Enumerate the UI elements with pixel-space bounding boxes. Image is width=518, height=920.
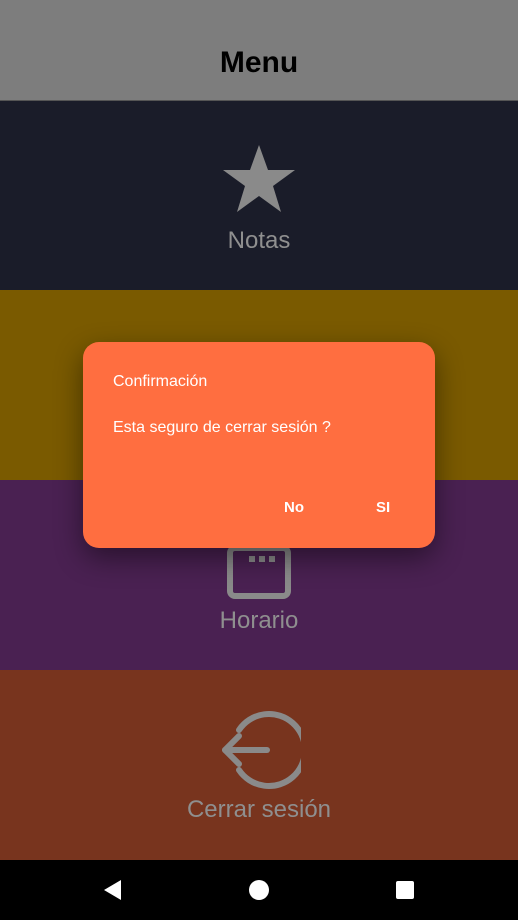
confirmation-dialog: Confirmación Esta seguro de cerrar sesió… bbox=[83, 342, 435, 548]
si-button[interactable]: SI bbox=[368, 490, 398, 526]
home-circle-icon[interactable] bbox=[247, 878, 271, 902]
no-button[interactable]: No bbox=[276, 490, 312, 526]
recents-square-icon[interactable] bbox=[393, 878, 417, 902]
system-nav-bar bbox=[0, 860, 518, 920]
dialog-title: Confirmación bbox=[113, 373, 208, 390]
back-triangle-icon[interactable] bbox=[101, 878, 125, 902]
app-screen: Menu Notas Horario Cerrar sesión Confirm… bbox=[0, 0, 518, 860]
dialog-message: Esta seguro de cerrar sesión ? bbox=[113, 419, 331, 436]
